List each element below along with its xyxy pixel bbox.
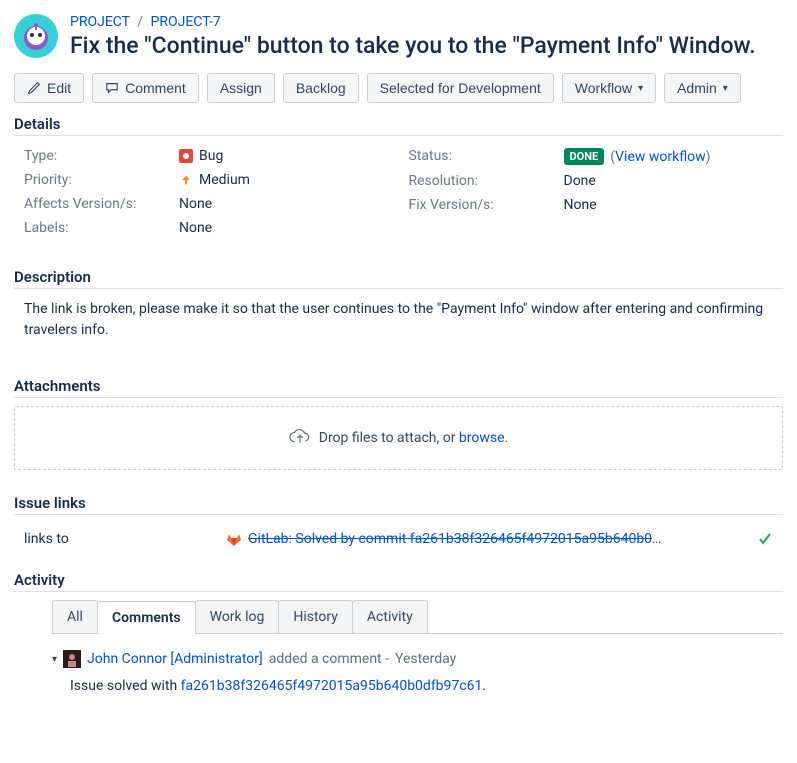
resolution-value: Done <box>564 173 596 189</box>
upload-cloud-icon <box>289 427 311 449</box>
description-heading: Description <box>14 268 783 289</box>
comment-suffix: added a comment - <box>269 651 389 667</box>
comment-button[interactable]: Comment <box>92 73 199 103</box>
bug-icon <box>179 149 193 163</box>
issue-title: Fix the "Continue" button to take you to… <box>70 32 756 59</box>
tab-all[interactable]: All <box>52 600 98 633</box>
view-workflow-link[interactable]: View workflow <box>615 149 706 165</box>
labels-label: Labels: <box>24 220 179 236</box>
status-label: Status: <box>409 148 564 165</box>
edit-label: Edit <box>47 80 71 96</box>
comment-author-link[interactable]: John Connor [Administrator] <box>87 651 263 667</box>
drop-text: Drop files to attach, or <box>319 430 459 446</box>
attachments-heading: Attachments <box>14 377 783 398</box>
assign-label: Assign <box>220 80 262 96</box>
workflow-label: Workflow <box>575 80 632 96</box>
toolbar: Edit Comment Assign Backlog Selected for… <box>14 73 783 103</box>
edit-button[interactable]: Edit <box>14 73 84 103</box>
type-label: Type: <box>24 148 179 164</box>
comment-item: ▾ John Connor [Administrator] added a co… <box>52 650 783 694</box>
tab-worklog[interactable]: Work log <box>195 600 280 633</box>
check-icon <box>757 531 773 547</box>
comment-icon <box>105 81 119 95</box>
breadcrumb: PROJECT / PROJECT-7 <box>70 14 756 30</box>
selected-label: Selected for Development <box>380 80 541 96</box>
browse-link[interactable]: browse <box>459 430 505 446</box>
admin-label: Admin <box>677 80 717 96</box>
caret-down-icon: ▾ <box>638 83 643 94</box>
backlog-button[interactable]: Backlog <box>283 73 359 103</box>
priority-label: Priority: <box>24 172 179 188</box>
fix-value: None <box>564 197 597 213</box>
tab-history[interactable]: History <box>278 600 353 633</box>
comment-body-prefix: Issue solved with <box>70 678 181 694</box>
affects-label: Affects Version/s: <box>24 196 179 212</box>
collapse-icon[interactable]: ▾ <box>52 654 57 665</box>
breadcrumb-project-link[interactable]: PROJECT <box>70 14 130 30</box>
activity-tabs: All Comments Work log History Activity <box>52 600 783 634</box>
status-badge: DONE <box>564 148 605 165</box>
avatar-icon <box>20 20 52 52</box>
workflow-dropdown[interactable]: Workflow ▾ <box>562 73 656 103</box>
issue-links-heading: Issue links <box>14 494 783 515</box>
pencil-icon <box>27 81 41 95</box>
comment-body-suffix: . <box>482 678 486 694</box>
gitlab-icon <box>226 531 242 547</box>
admin-dropdown[interactable]: Admin ▾ <box>664 73 741 103</box>
tab-activity[interactable]: Activity <box>352 600 428 633</box>
affects-value: None <box>179 196 212 212</box>
description-body: The link is broken, please make it so th… <box>14 297 783 361</box>
breadcrumb-issue-link[interactable]: PROJECT-7 <box>151 14 221 30</box>
comment-time: Yesterday <box>395 651 456 667</box>
fix-label: Fix Version/s: <box>409 197 564 213</box>
activity-heading: Activity <box>14 571 783 592</box>
user-avatar <box>63 650 81 668</box>
priority-up-icon <box>179 173 193 187</box>
issue-link-row: links to GitLab: Solved by commit fa261b… <box>14 523 783 555</box>
caret-down-icon: ▾ <box>723 83 728 94</box>
linked-issue-link[interactable]: GitLab: Solved by commit fa261b38f326465… <box>248 531 668 547</box>
resolution-label: Resolution: <box>409 173 564 189</box>
backlog-label: Backlog <box>296 80 346 96</box>
selected-for-dev-button[interactable]: Selected for Development <box>367 73 554 103</box>
project-avatar <box>14 14 58 58</box>
attachments-dropzone[interactable]: Drop files to attach, or browse. <box>14 406 783 470</box>
tab-comments[interactable]: Comments <box>97 601 196 634</box>
commit-link[interactable]: fa261b38f326465f4972015a95b640b0dfb97c61 <box>181 678 483 694</box>
link-relation-label: links to <box>24 531 214 547</box>
labels-value: None <box>179 220 212 236</box>
comment-label: Comment <box>125 80 186 96</box>
assign-button[interactable]: Assign <box>207 73 275 103</box>
type-value: Bug <box>199 148 223 164</box>
priority-value: Medium <box>199 172 250 188</box>
details-heading: Details <box>14 115 783 136</box>
